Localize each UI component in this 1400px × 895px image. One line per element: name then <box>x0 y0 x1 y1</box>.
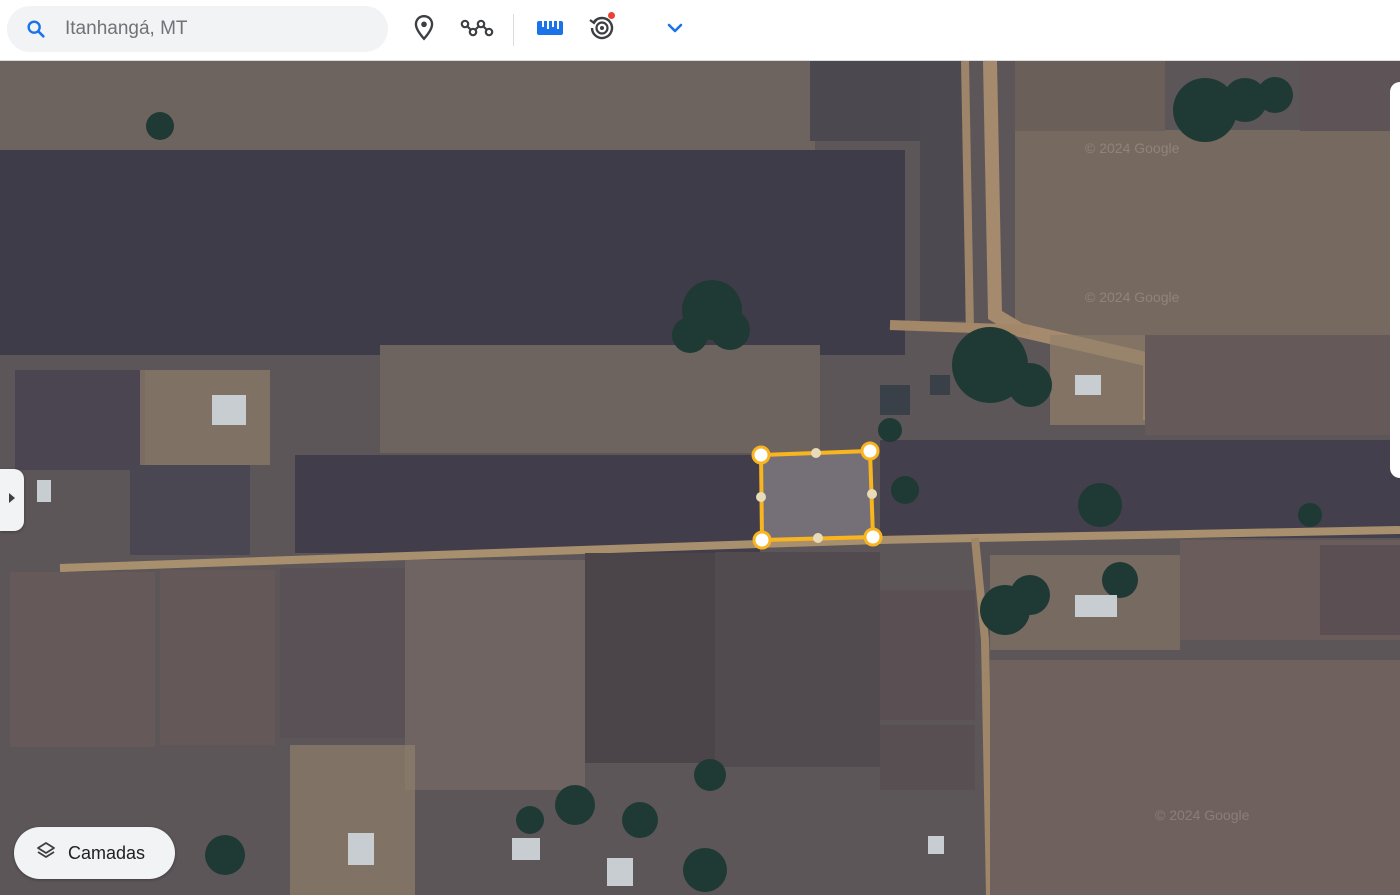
add-placemark-button[interactable] <box>402 8 446 52</box>
path-icon <box>460 16 494 45</box>
chevron-right-icon <box>7 491 17 510</box>
layers-button[interactable]: Camadas <box>14 827 175 879</box>
chevron-down-icon <box>665 18 685 43</box>
top-toolbar <box>0 0 1400 61</box>
map-attribution: © 2024 Google <box>1155 807 1250 823</box>
ruler-icon <box>536 19 564 42</box>
search-bar[interactable] <box>7 6 388 52</box>
notification-dot <box>608 12 615 19</box>
historical-imagery-button[interactable] <box>580 8 624 52</box>
right-panel-edge <box>1390 82 1400 478</box>
measured-area-polygon[interactable] <box>751 441 883 550</box>
draw-path-button[interactable] <box>455 8 499 52</box>
satellite-imagery <box>0 61 1400 895</box>
layers-label: Camadas <box>68 842 146 863</box>
search-icon[interactable] <box>7 18 65 40</box>
layers-icon <box>36 841 56 866</box>
location-pin-icon <box>411 14 437 47</box>
map-attribution: © 2024 Google <box>1085 140 1180 156</box>
satellite-map[interactable]: © 2024 Google © 2024 Google © 2024 Googl… <box>0 61 1400 895</box>
search-input[interactable] <box>65 18 365 40</box>
measure-button[interactable] <box>528 8 572 52</box>
more-tools-button[interactable] <box>653 8 697 52</box>
expand-sidebar-button[interactable] <box>0 469 24 531</box>
toolbar-divider <box>513 14 514 46</box>
map-attribution: © 2024 Google <box>1085 289 1180 305</box>
